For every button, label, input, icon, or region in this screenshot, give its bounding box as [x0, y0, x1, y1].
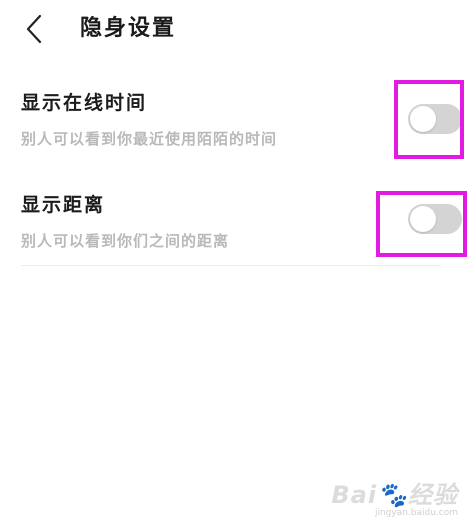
setting-description-online-time: 别人可以看到你最近使用陌陌的时间: [21, 130, 278, 148]
divider: [21, 265, 441, 266]
chevron-left-icon: [26, 14, 42, 44]
highlight-box-distance-toggle: [376, 191, 467, 257]
privacy-settings-screen: 隐身设置 显示在线时间 别人可以看到你最近使用陌陌的时间 显示距离 别人可以看到…: [0, 0, 472, 527]
setting-title-distance: 显示距离: [21, 194, 106, 216]
baidu-jingyan-watermark: Bai🐾经验 jingyan.baidu.com: [331, 482, 458, 519]
watermark-logo: Bai🐾经验: [331, 481, 458, 509]
back-button[interactable]: [18, 12, 50, 46]
highlight-box-online-toggle: [394, 80, 464, 159]
watermark-url: jingyan.baidu.com: [374, 508, 458, 518]
setting-description-distance: 别人可以看到你们之间的距离: [21, 232, 230, 250]
setting-title-online-time: 显示在线时间: [21, 92, 148, 114]
page-title: 隐身设置: [80, 16, 177, 41]
header-bar: 隐身设置: [0, 0, 472, 60]
